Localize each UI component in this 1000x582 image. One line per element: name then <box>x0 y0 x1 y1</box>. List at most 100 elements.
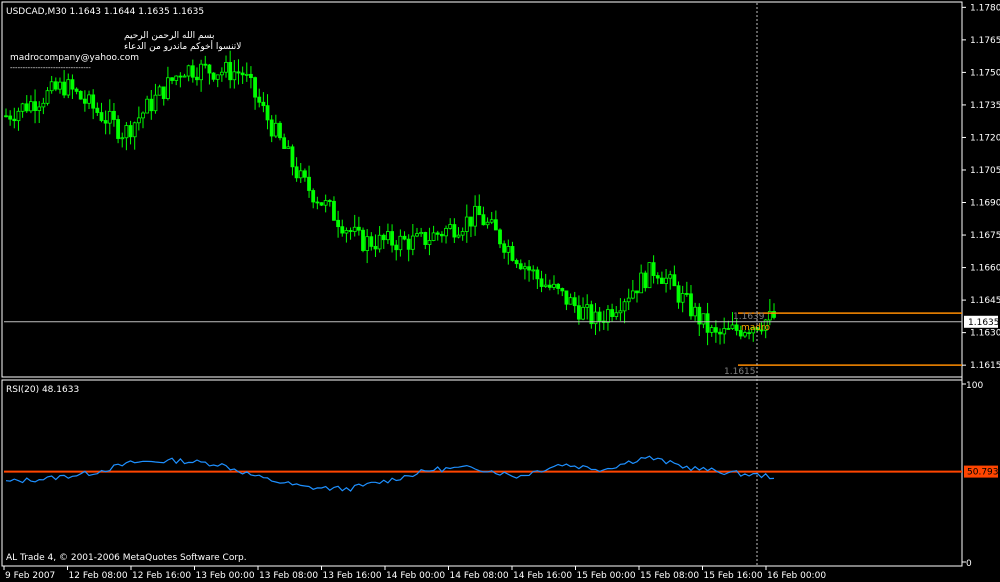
candle-body <box>606 309 610 323</box>
candle-body <box>332 200 336 221</box>
candle-body <box>282 137 287 149</box>
candle-body <box>377 234 382 250</box>
candle-body <box>261 101 266 107</box>
time-tick-label: 9 Feb 2007 <box>5 571 55 581</box>
candle-body <box>257 96 262 103</box>
candle-body <box>153 94 158 112</box>
candle-body <box>228 61 233 81</box>
candle-body <box>676 285 681 303</box>
candle-body <box>37 106 42 111</box>
candle-body <box>29 101 33 112</box>
candle-body <box>618 310 623 314</box>
candle-body <box>448 224 453 229</box>
candle-body <box>298 170 303 179</box>
candle-body <box>323 200 328 206</box>
candle-body <box>398 235 403 251</box>
candle-body <box>78 90 83 100</box>
candle-body <box>103 120 108 124</box>
candle-body <box>705 313 710 333</box>
candle-body <box>327 200 332 202</box>
time-tick-label: 13 Feb 16:00 <box>323 571 382 581</box>
candle-body <box>344 230 349 234</box>
candle-body <box>713 327 718 333</box>
level-lines[interactable]: 1.1639 1.1615 madro 1.1635 <box>4 3 1000 566</box>
candle-body <box>16 110 21 122</box>
time-tick-label: 14 Feb 00:00 <box>386 571 445 581</box>
candle-body <box>614 312 619 317</box>
candle-body <box>460 231 465 236</box>
candle-body <box>572 297 577 307</box>
candle-body <box>718 331 722 335</box>
candle-body <box>626 297 631 303</box>
candle-body <box>365 236 370 251</box>
candle-body <box>415 233 419 237</box>
candle-body <box>352 226 357 232</box>
candle-body <box>348 230 353 232</box>
candle-body <box>493 219 498 231</box>
candle-body <box>464 216 469 232</box>
candle-body <box>62 81 67 96</box>
candle-body <box>390 231 394 246</box>
candle-body <box>402 235 407 240</box>
candle-body <box>82 98 87 104</box>
candle-body <box>249 73 253 78</box>
candle-body <box>132 122 137 138</box>
candle-body <box>136 117 141 124</box>
time-tick-label: 15 Feb 08:00 <box>640 571 699 581</box>
candle-body <box>772 311 776 318</box>
time-tick-label: 13 Feb 00:00 <box>196 571 255 581</box>
chart-canvas[interactable]: USDCAD,M30 1.1643 1.1644 1.1635 1.1635 ب… <box>0 0 1000 582</box>
candle-body <box>149 98 154 112</box>
rsi-line <box>5 455 775 492</box>
candle-body <box>166 77 170 99</box>
candle-body <box>589 304 594 325</box>
candle-body <box>647 262 652 289</box>
madro-label: madro <box>741 323 770 333</box>
candle-body <box>539 278 544 287</box>
candle-body <box>95 107 100 113</box>
candle-body <box>419 232 424 235</box>
candle-body <box>290 146 295 168</box>
candle-body <box>128 125 133 138</box>
price-tick-label: 1.1615 <box>970 361 1000 371</box>
rsi-series: 50.7937 <box>4 455 1000 492</box>
candle-body <box>622 301 627 312</box>
candle-body <box>523 266 527 270</box>
candle-body <box>560 288 565 292</box>
candle-body <box>730 324 735 329</box>
candle-body <box>394 244 399 251</box>
candle-body <box>427 240 432 245</box>
candle-body <box>112 110 116 120</box>
candle-body <box>91 94 96 109</box>
time-tick-label: 12 Feb 08:00 <box>69 571 128 581</box>
candle-body <box>41 102 46 108</box>
candle-body <box>506 246 511 253</box>
price-tick-label: 1.1765 <box>970 36 1000 46</box>
candle-body <box>423 232 428 245</box>
candle-body <box>651 262 656 276</box>
candle-body <box>701 313 706 325</box>
candle-body <box>244 73 249 76</box>
candle-body <box>431 232 436 241</box>
candle-body <box>531 269 536 272</box>
candle-body <box>585 304 590 308</box>
candle-body <box>116 119 120 139</box>
candle-body <box>224 61 228 73</box>
candle-body <box>8 115 13 120</box>
candle-body <box>469 216 473 227</box>
candle-body <box>610 309 614 317</box>
candle-body <box>178 75 183 78</box>
candle-body <box>253 77 257 98</box>
candle-body <box>311 190 316 203</box>
candle-body <box>543 284 548 287</box>
candle-body <box>689 293 693 317</box>
upper-level-label: 1.1639 <box>733 312 765 322</box>
candle-body <box>597 311 602 322</box>
candle-body <box>273 122 278 137</box>
candle-body <box>386 231 390 241</box>
candle-body <box>4 115 8 118</box>
candle-body <box>186 65 191 77</box>
candle-body <box>66 79 71 96</box>
price-tick-label: 1.1780 <box>970 3 1000 13</box>
candle-body <box>361 229 365 251</box>
